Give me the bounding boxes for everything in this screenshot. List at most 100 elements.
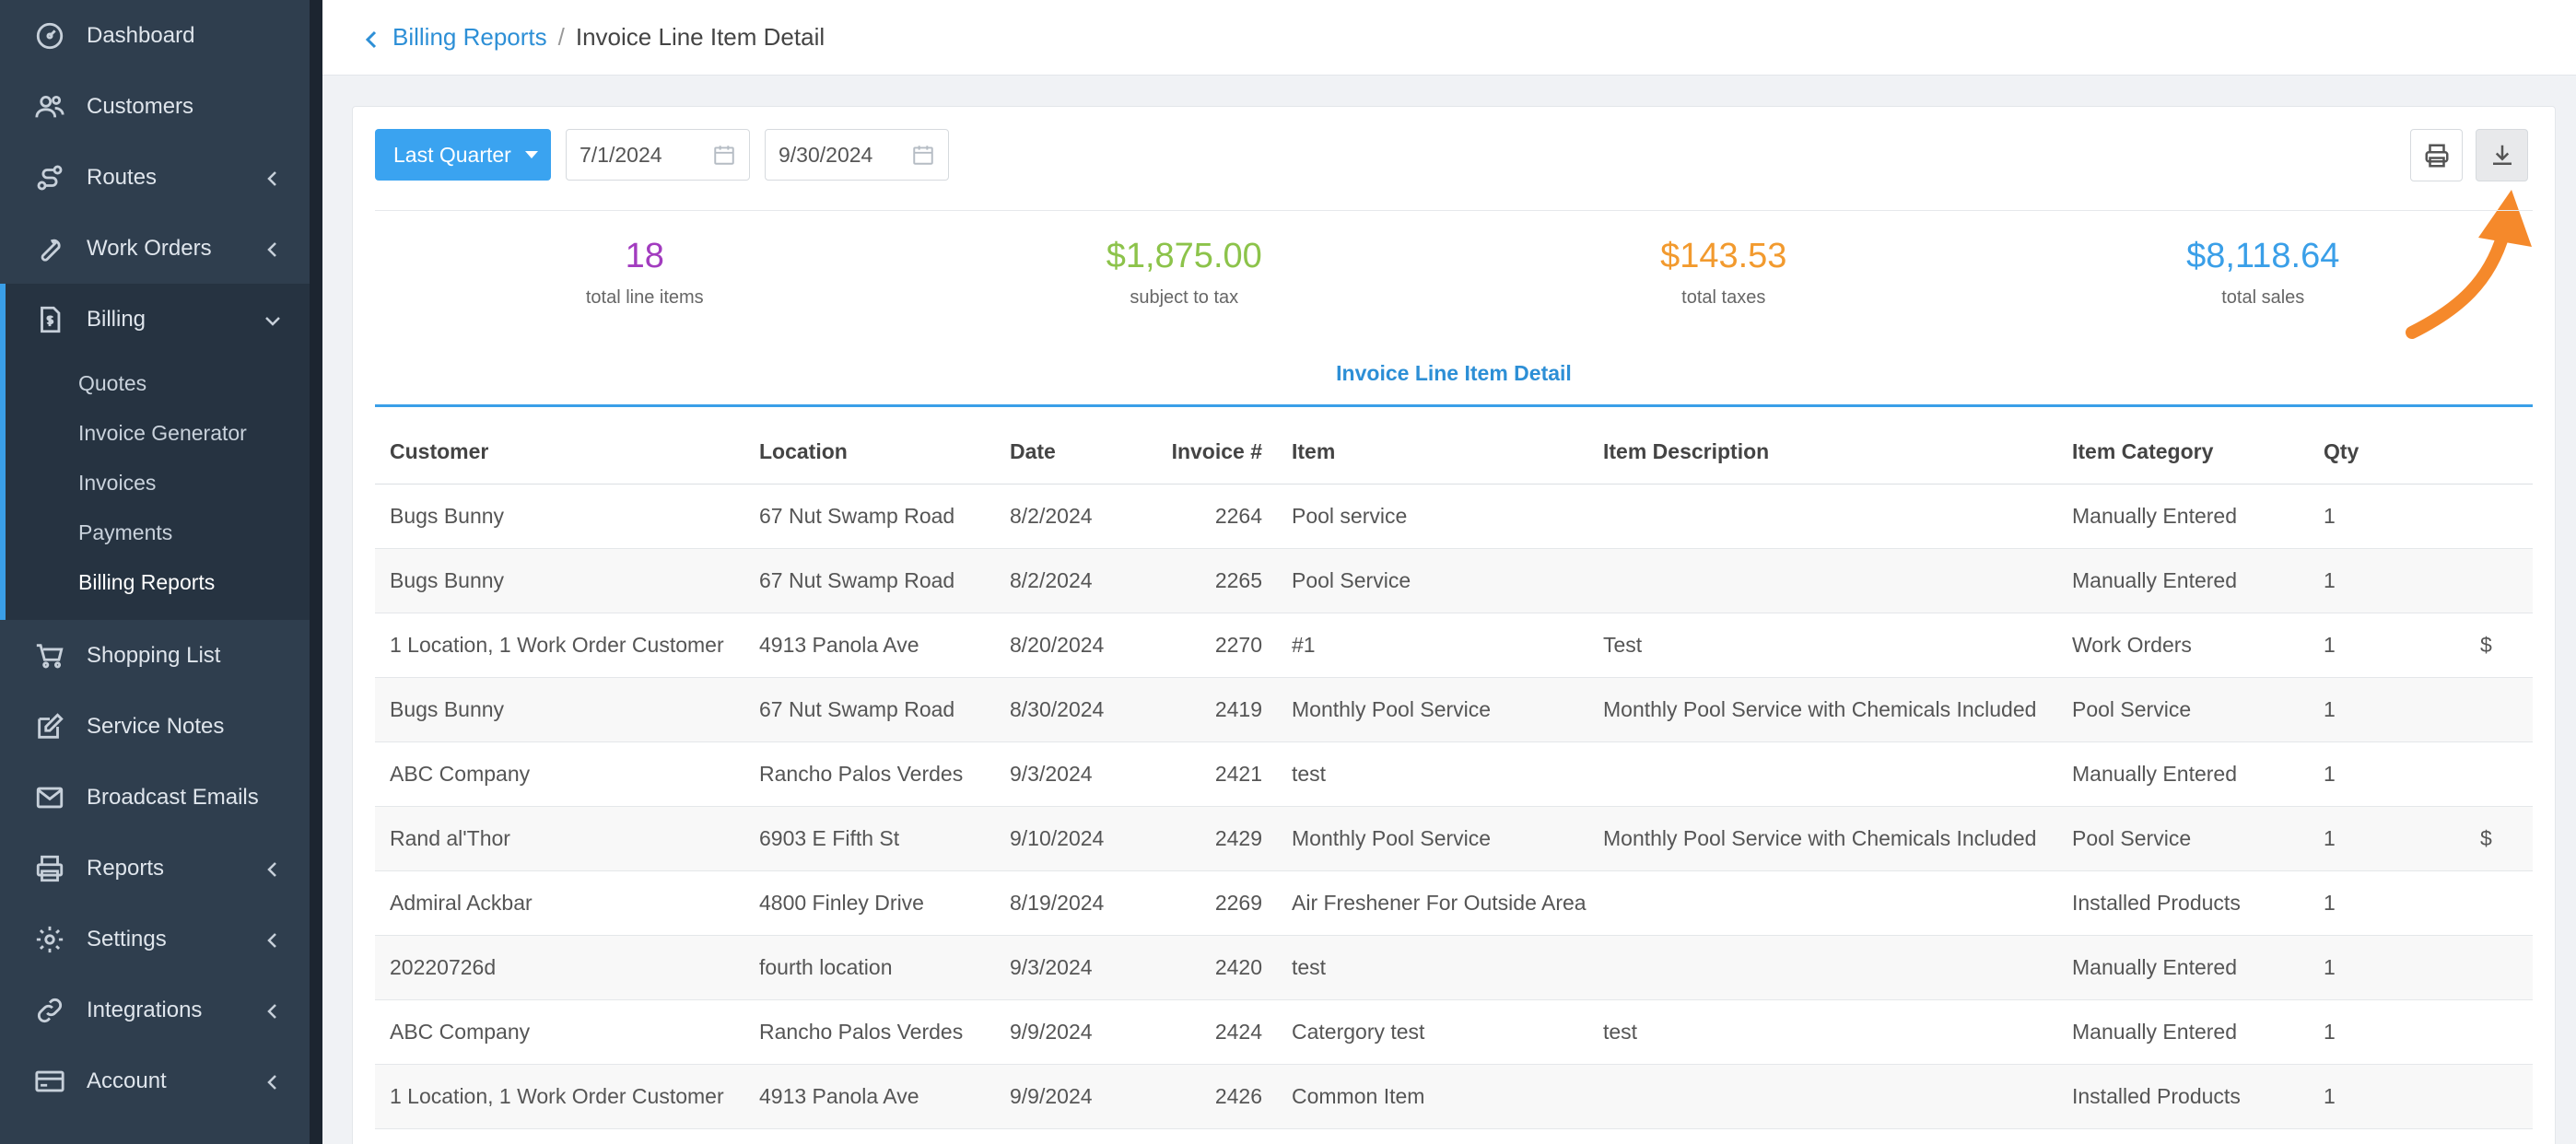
cell-invoice-number: 2429 — [1214, 826, 1262, 850]
cell-date: 9/3/2024 — [1010, 955, 1093, 979]
cell-item-category: Installed Products — [2072, 891, 2241, 915]
cell-customer: 1 Location, 1 Work Order Customer — [390, 1084, 724, 1108]
cell-qty: 1 — [2324, 568, 2336, 592]
download-icon — [2492, 145, 2512, 165]
cell-location: 67 Nut Swamp Road — [759, 568, 955, 592]
stat-value: $1,875.00 — [1106, 237, 1262, 275]
start-date-field[interactable] — [566, 129, 750, 181]
table-row[interactable]: 1 Location, 1 Work Order Customer 4913 Pa… — [375, 613, 2533, 678]
link-icon — [33, 994, 66, 1027]
table-header-row: Customer Location Date Invoice # Item It… — [375, 420, 2533, 484]
sidebar-item-work-orders[interactable]: Work Orders — [0, 213, 310, 284]
cell-invoice-number: 2264 — [1214, 504, 1262, 528]
routes-icon — [33, 161, 66, 194]
table-row[interactable]: 1 Location, 1 Work Order Customer 4913 Pa… — [375, 1065, 2533, 1129]
column-header-item[interactable]: Item — [1262, 439, 1588, 464]
calendar-icon[interactable] — [712, 143, 736, 167]
cell-customer: Rand al'Thor — [390, 826, 510, 850]
sidebar-scrollbar[interactable] — [310, 0, 322, 1144]
sidebar-item-label: Service Notes — [87, 713, 225, 739]
table-row[interactable]: 20220726d fourth location 9/3/2024 2420 test… — [375, 936, 2533, 1000]
sidebar-item-reports[interactable]: Reports — [0, 833, 310, 904]
chevron-left-icon — [263, 169, 282, 187]
column-header-item-category[interactable]: Item Category — [2057, 439, 2309, 464]
toolbar-divider — [375, 210, 2533, 211]
cell-overflow: $ — [2480, 826, 2492, 850]
table-row[interactable]: Admiral Ackbar 4800 Finley Drive 8/19/2024… — [375, 871, 2533, 936]
printer-icon — [2425, 144, 2448, 167]
table-row[interactable]: Rand al'Thor 6903 E Fifth St 9/10/2024 2429… — [375, 807, 2533, 871]
column-header-customer[interactable]: Customer — [375, 439, 744, 464]
cell-item-category: Manually Entered — [2072, 762, 2237, 786]
stat-value: 18 — [625, 237, 664, 275]
stat-total-sales: $8,118.64 total sales — [1994, 236, 2534, 309]
table-row[interactable]: ABC Company Rancho Palos Verdes 9/3/2024 24… — [375, 742, 2533, 807]
table-row[interactable]: ABC Company Rancho Palos Verdes 9/9/2024 24… — [375, 1000, 2533, 1065]
cell-item-category: Manually Entered — [2072, 568, 2237, 592]
sidebar-item-routes[interactable]: Routes — [0, 142, 310, 213]
cell-item-category: Pool Service — [2072, 697, 2192, 721]
cell-qty: 1 — [2324, 955, 2336, 979]
cell-item: Common Item — [1292, 1084, 1425, 1108]
customers-icon — [33, 90, 66, 123]
cell-location: 67 Nut Swamp Road — [759, 697, 955, 721]
end-date-input[interactable] — [779, 142, 898, 168]
sidebar-item-settings[interactable]: Settings — [0, 904, 310, 975]
chevron-left-icon[interactable] — [363, 28, 381, 48]
breadcrumb-link-billing-reports[interactable]: Billing Reports — [392, 23, 547, 52]
filter-toolbar: Last Quarter — [375, 129, 949, 181]
sidebar-item-billing[interactable]: Billing — [0, 284, 310, 355]
cell-item-description: Monthly Pool Service with Chemicals Incl… — [1603, 697, 2037, 721]
chevron-left-icon — [263, 239, 282, 258]
cell-location: 67 Nut Swamp Road — [759, 504, 955, 528]
table-row[interactable]: Bugs Bunny 67 Nut Swamp Road 8/30/2024 2419… — [375, 678, 2533, 742]
table-row[interactable]: Bugs Bunny 67 Nut Swamp Road 8/2/2024 2264 P… — [375, 484, 2533, 549]
sidebar-item-service-notes[interactable]: Service Notes — [0, 691, 310, 762]
cart-icon — [33, 639, 66, 672]
cell-customer: Admiral Ackbar — [390, 891, 533, 915]
cell-item: Monthly Pool Service — [1292, 826, 1492, 850]
sidebar-item-broadcast-emails[interactable]: Broadcast Emails — [0, 762, 310, 833]
sidebar-item-shopping-list[interactable]: Shopping List — [0, 620, 310, 691]
sidebar-item-customers[interactable]: Customers — [0, 71, 310, 142]
print-button[interactable] — [2410, 129, 2463, 181]
mail-icon — [33, 781, 66, 814]
cell-date: 9/10/2024 — [1010, 826, 1105, 850]
sidebar-subitem-invoices[interactable]: Invoices — [0, 458, 310, 508]
sidebar-subitem-billing-reports[interactable]: Billing Reports — [0, 557, 310, 607]
sidebar-subitem-payments[interactable]: Payments — [0, 508, 310, 557]
download-button[interactable] — [2476, 129, 2528, 181]
cell-location: 6903 E Fifth St — [759, 826, 900, 850]
column-header-date[interactable]: Date — [995, 439, 1152, 464]
sidebar-subitem-invoice-generator[interactable]: Invoice Generator — [0, 408, 310, 458]
date-range-dropdown[interactable]: Last Quarter — [375, 129, 551, 181]
cell-customer: Bugs Bunny — [390, 504, 505, 528]
sidebar-subitem-quotes[interactable]: Quotes — [0, 358, 310, 408]
cell-date: 9/9/2024 — [1010, 1084, 1093, 1108]
sidebar-item-dashboard[interactable]: Dashboard — [0, 0, 310, 71]
cell-qty: 1 — [2324, 826, 2336, 850]
table-row[interactable]: Bugs Bunny 67 Nut Swamp Road 8/2/2024 2265 P… — [375, 549, 2533, 613]
cell-location: Rancho Palos Verdes — [759, 762, 964, 786]
cell-item: Pool Service — [1292, 568, 1411, 592]
calendar-icon[interactable] — [911, 143, 935, 167]
cell-location: fourth location — [759, 955, 893, 979]
column-header-qty[interactable]: Qty — [2309, 439, 2465, 464]
sidebar-item-integrations[interactable]: Integrations — [0, 975, 310, 1045]
start-date-input[interactable] — [580, 142, 699, 168]
column-header-invoice[interactable]: Invoice # — [1152, 439, 1262, 464]
column-header-location[interactable]: Location — [744, 439, 995, 464]
end-date-field[interactable] — [765, 129, 949, 181]
stat-subject-to-tax: $1,875.00 subject to tax — [915, 236, 1455, 309]
cell-qty: 1 — [2324, 891, 2336, 915]
section-underline — [375, 404, 2533, 407]
cell-overflow: $ — [2480, 633, 2492, 657]
cell-invoice-number: 2270 — [1214, 633, 1262, 657]
sidebar-item-label: Broadcast Emails — [87, 784, 259, 810]
cell-customer: Bugs Bunny — [390, 697, 505, 721]
sidebar-item-account[interactable]: Account — [0, 1045, 310, 1116]
printer-icon — [33, 852, 66, 885]
column-header-item-description[interactable]: Item Description — [1588, 439, 2057, 464]
chevron-left-icon — [263, 859, 282, 878]
table-body: Bugs Bunny 67 Nut Swamp Road 8/2/2024 2264 P… — [375, 484, 2533, 1129]
